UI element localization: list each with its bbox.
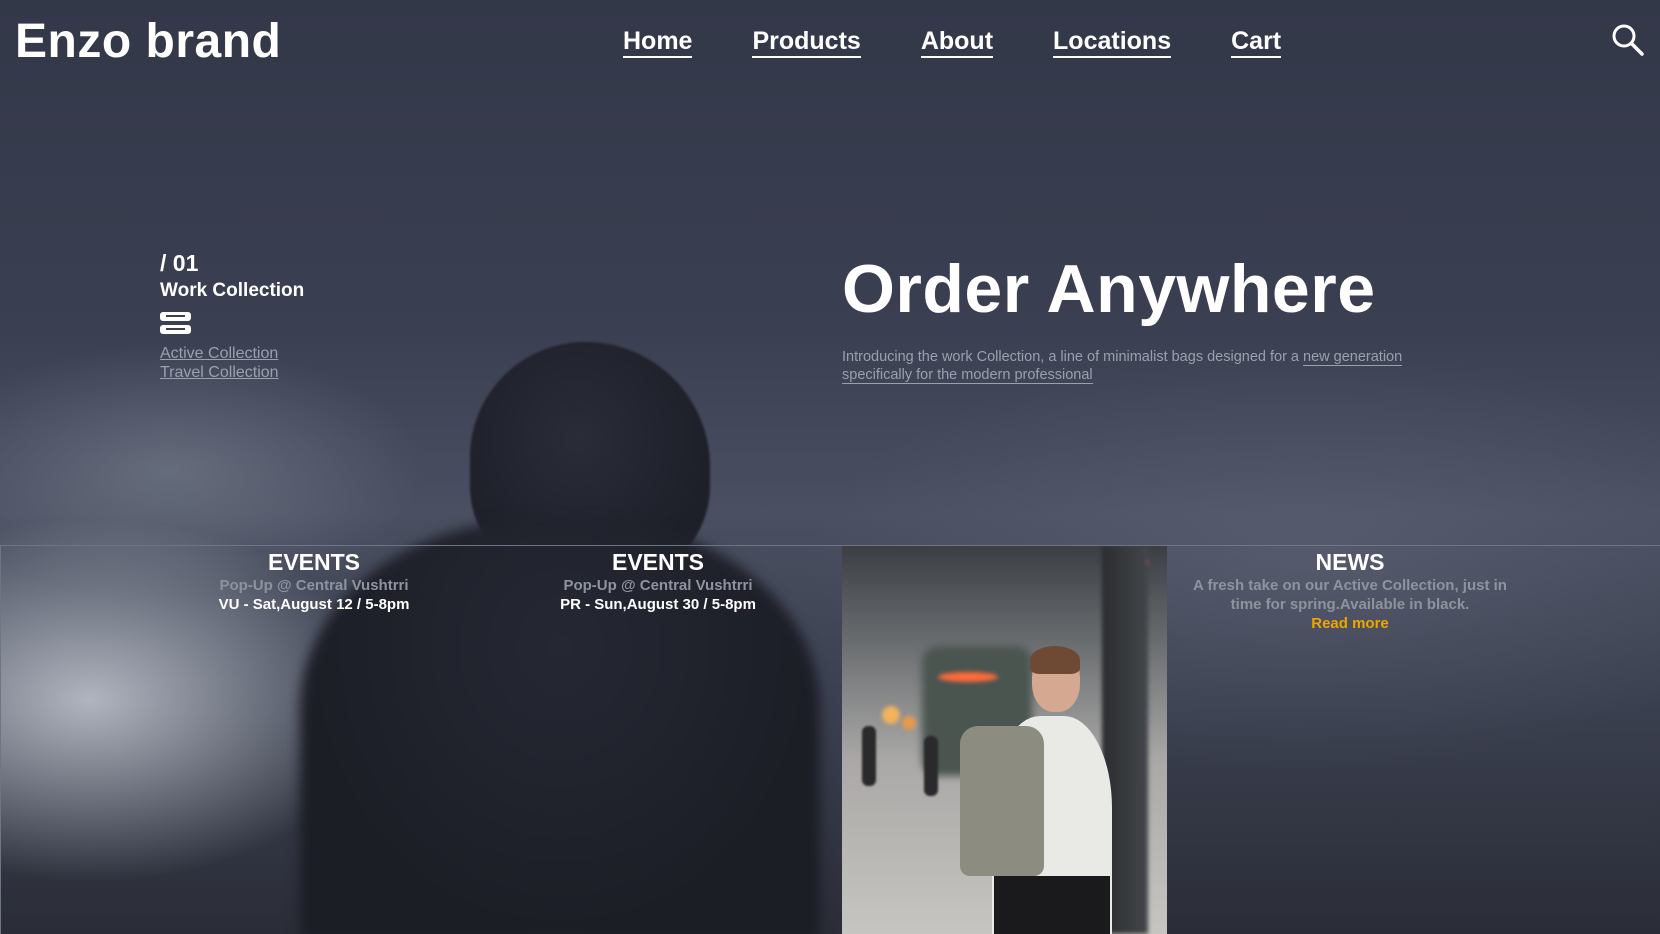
server-stack-icon bbox=[160, 312, 191, 334]
hero-description: Introducing the work Collection, a line … bbox=[842, 348, 1462, 384]
hero-desc-link-professional[interactable]: specifically for the modern professional bbox=[842, 367, 1093, 384]
events-heading: EVENTS bbox=[611, 549, 705, 575]
nav-cart[interactable]: Cart bbox=[1231, 26, 1282, 58]
pedestrian bbox=[924, 736, 938, 796]
news-heading: NEWS bbox=[1315, 549, 1385, 575]
bokeh-light bbox=[882, 706, 900, 724]
collection-menu: / 01 Work Collection Active Collection T… bbox=[160, 250, 304, 382]
collection-link-travel[interactable]: Travel Collection bbox=[160, 363, 304, 382]
nav-about[interactable]: About bbox=[920, 26, 994, 58]
backpack-photo bbox=[842, 546, 1167, 934]
news-text-2: time for spring.Available in black. bbox=[1230, 596, 1470, 613]
collection-links: Active Collection Travel Collection bbox=[160, 344, 304, 382]
pedestrian bbox=[862, 726, 876, 786]
news-text-1: A fresh take on our Active Collection, j… bbox=[1193, 577, 1507, 594]
nav-home[interactable]: Home bbox=[623, 26, 693, 58]
news-panel: NEWS A fresh take on our Active Collecti… bbox=[1167, 546, 1533, 934]
collection-link-active[interactable]: Active Collection bbox=[160, 344, 304, 363]
tram-light bbox=[938, 672, 998, 682]
hero-title: Order Anywhere bbox=[842, 251, 1376, 327]
site-header: Enzo brand Home Products About Locations… bbox=[0, 0, 1660, 90]
read-more-link[interactable]: Read more bbox=[1311, 614, 1389, 633]
collection-title[interactable]: Work Collection bbox=[160, 280, 304, 302]
hero-desc-text: Introducing the work Collection, a line … bbox=[842, 349, 1304, 365]
search-icon[interactable] bbox=[1610, 22, 1646, 58]
main-nav: Home Products About Locations Cart bbox=[623, 26, 1282, 58]
nav-locations[interactable]: Locations bbox=[1053, 26, 1172, 58]
bokeh-light bbox=[902, 716, 916, 730]
brand-logo[interactable]: Enzo brand bbox=[15, 14, 281, 69]
events-panel-2: EVENTS Pop-Up @ Central Vushtrri PR - Su… bbox=[500, 546, 816, 934]
nav-products[interactable]: Products bbox=[752, 26, 861, 58]
man-pants bbox=[994, 876, 1110, 934]
hero-desc-link-generation[interactable]: new generation bbox=[1303, 349, 1403, 366]
backpack bbox=[960, 726, 1044, 876]
event-date: PR - Sun,August 30 / 5-8pm bbox=[560, 596, 756, 613]
collection-number: / 01 bbox=[160, 250, 199, 276]
event-location: Pop-Up @ Central Vushtrri bbox=[563, 577, 753, 594]
man-hair bbox=[1030, 646, 1080, 674]
